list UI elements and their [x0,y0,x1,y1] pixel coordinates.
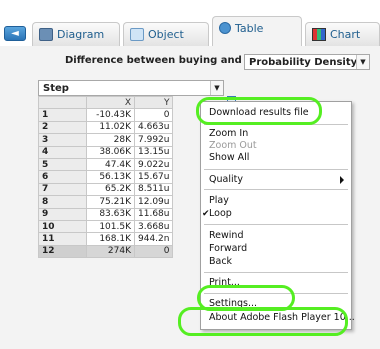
menu-item-print[interactable]: Print... [209,277,240,289]
distribution-select[interactable]: Probability Density ▼ [244,54,370,70]
tab-label: Chart [330,28,361,41]
cell-y: 12.09u [133,195,174,209]
table-row[interactable]: 6 56.13K 15.67u [38,170,174,184]
tab-label: Object [148,28,184,41]
cell-x: 65.2K [86,182,135,197]
table-row[interactable]: 11 168.1K 944.2n [38,232,174,246]
row-number: 5 [38,157,87,172]
cell-x: -10.43K [86,108,135,122]
row-number: 4 [38,145,87,159]
checkmark-icon: ✔ [202,209,210,219]
distribution-select-value: Probability Density [249,56,358,68]
menu-item-loop[interactable]: ✔ Loop [202,208,232,220]
table-row[interactable]: 1 -10.43K 0 [38,108,174,122]
menu-separator [204,293,348,294]
menu-item-show-all[interactable]: Show All [209,152,249,164]
menu-item-zoom-out: Zoom Out [209,140,257,151]
table-row[interactable]: 2 11.02K 4.663u [38,120,174,135]
menu-separator [204,272,348,273]
chart-icon [312,28,326,41]
diagram-icon [39,28,53,41]
table-icon [219,22,231,34]
menu-separator [204,124,348,125]
row-number: 11 [38,232,87,246]
cell-y: 9.022u [133,157,174,172]
table-row[interactable]: 7 65.2K 8.511u [38,182,174,197]
menu-item-back[interactable]: Back [209,256,232,268]
menu-item-play[interactable]: Play [209,195,229,207]
cell-y: 944.2n [133,232,174,246]
cell-x: 11.02K [86,120,135,135]
step-select-value: Step [43,82,69,94]
context-menu: Download results file Zoom In Zoom Out S… [200,101,355,330]
cell-y: 8.511u [133,182,174,197]
row-number: 1 [38,108,87,122]
column-header-y[interactable]: Y [133,95,174,110]
cell-x: 75.21K [86,195,135,209]
step-select[interactable]: Step ▼ [38,80,224,96]
back-button[interactable]: ◄ [4,26,26,41]
tab-table[interactable]: Table [212,16,302,46]
row-number: 10 [38,219,87,234]
table-row[interactable]: 3 28K 7.992u [38,133,174,147]
cell-x: 56.13K [86,170,135,184]
menu-item-about-flash[interactable]: About Adobe Flash Player 10... [209,312,355,324]
cell-y: 11.68u [133,207,174,221]
menu-item-download-results[interactable]: Download results file [209,107,309,119]
column-header-index [38,95,87,110]
table-header-row: X Y [38,95,174,110]
cell-x: 274K [86,244,135,259]
cell-x: 38.06K [86,145,135,159]
cell-y: 15.67u [133,170,174,184]
tab-object[interactable]: Object [123,22,209,46]
chevron-down-icon: ▼ [356,55,369,69]
table-row[interactable]: 10 101.5K 3.668u [38,219,174,234]
tab-bar: ◄ Diagram Object Table Chart [0,0,380,46]
tab-label: Diagram [57,28,105,41]
object-icon [130,28,144,41]
table-row[interactable]: 8 75.21K 12.09u [38,195,174,209]
cell-x: 47.4K [86,157,135,172]
cell-y: 13.15u [133,145,174,159]
submenu-arrow-icon [340,176,344,184]
row-number: 8 [38,195,87,209]
tab-label: Table [235,22,264,35]
row-number: 6 [38,170,87,184]
cell-x: 168.1K [86,232,135,246]
menu-item-settings[interactable]: Settings... [209,298,257,310]
table-row[interactable]: 9 83.63K 11.68u [38,207,174,221]
menu-separator [204,189,348,190]
cell-x: 28K [86,133,135,147]
row-number: 7 [38,182,87,197]
menu-item-loop-label: Loop [209,208,232,219]
row-number: 3 [38,133,87,147]
row-number: 9 [38,207,87,221]
menu-separator [204,224,348,225]
column-header-x[interactable]: X [86,95,135,110]
tab-diagram[interactable]: Diagram [32,22,120,46]
chevron-down-icon: ▼ [210,81,223,95]
cell-y: 0 [133,108,174,122]
menu-item-quality[interactable]: Quality [209,174,243,186]
tab-chart[interactable]: Chart [305,22,380,46]
table-row[interactable]: 12 274K 0 [38,244,174,259]
menu-item-rewind[interactable]: Rewind [209,230,243,242]
menu-separator [204,169,348,170]
cell-y: 4.663u [133,120,174,135]
cell-y: 3.668u [133,219,174,234]
row-number: 12 [38,244,87,259]
table-row[interactable]: 4 38.06K 13.15u [38,145,174,159]
cell-x: 83.63K [86,207,135,221]
menu-item-zoom-in[interactable]: Zoom In [209,128,248,140]
results-table: X Y 1 -10.43K 0 2 11.02K 4.663u 3 28K 7.992u 4… [38,95,174,259]
cell-y: 0 [133,244,174,259]
row-number: 2 [38,120,87,135]
cell-y: 7.992u [133,133,174,147]
cell-x: 101.5K [86,219,135,234]
menu-item-forward[interactable]: Forward [209,243,247,255]
table-row[interactable]: 5 47.4K 9.022u [38,157,174,172]
